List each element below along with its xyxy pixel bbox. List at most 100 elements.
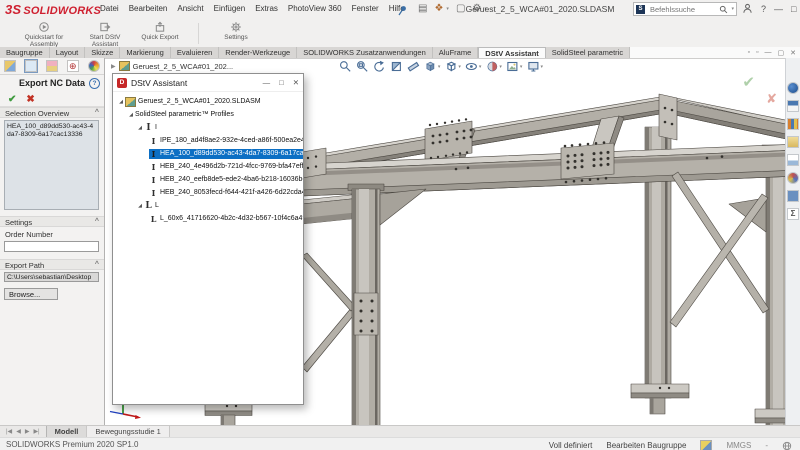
expand-arrow-icon[interactable]: ◢ <box>136 203 144 209</box>
tab-sw-zusatzanwendungen[interactable]: SOLIDWORKS Zusatzanwendungen <box>297 47 433 58</box>
status-globe-icon[interactable] <box>782 441 792 450</box>
zoom-fit-icon[interactable] <box>339 60 352 73</box>
selection-overview-header[interactable]: Selection Overview ^ <box>0 107 104 118</box>
apply-scene-icon[interactable]: ▾ <box>506 60 522 73</box>
dstv-assistant-dialog[interactable]: D DStV Assistant — □ ✕ ◢ Geruest_2_5_WCA… <box>112 73 304 405</box>
file-explorer-icon[interactable] <box>787 136 799 148</box>
user-account-icon[interactable] <box>742 3 753 14</box>
selection-item[interactable]: HEA_100_d89dd530-ac43-4da7-8309-6a17cac1… <box>7 123 93 138</box>
confirm-corner-cancel-icon[interactable]: ✘ <box>766 91 777 107</box>
help-menu[interactable]: ? <box>761 4 766 14</box>
hide-show-items-icon[interactable]: ▾ <box>465 60 481 73</box>
section-view-icon[interactable] <box>390 60 403 73</box>
tree-item-profiles[interactable]: ◢ SolidSteel parametric™ Profiles <box>113 108 303 121</box>
home-icon[interactable] <box>787 100 799 112</box>
expand-arrow-icon[interactable]: ▶ <box>111 63 116 70</box>
selection-listbox[interactable]: HEA_100_d89dd530-ac43-4da7-8309-6a17cac1… <box>4 120 99 210</box>
tree-item-profile[interactable]: I IPE_180_ad4f8ae2-932e-4ced-a86f-500ea2… <box>113 134 303 147</box>
propertymanager-tab-icon[interactable] <box>24 59 39 73</box>
previous-view-icon[interactable] <box>373 60 386 73</box>
feature-tree-breadcrumb[interactable]: ▶ Geruest_2_5_WCA#01_202... <box>111 61 233 71</box>
custom-properties-icon[interactable]: Σ <box>787 208 799 220</box>
graphics-viewport[interactable]: ▶ Geruest_2_5_WCA#01_202... ▾ ▾ ▾ ▾ ▾ ▾ … <box>105 58 785 426</box>
doc-restore-icon[interactable]: ▢ <box>778 49 785 57</box>
export-path-field[interactable]: C:\Users\sebastian\Desktop <box>4 272 99 282</box>
configurationmanager-tab-icon[interactable] <box>45 60 58 72</box>
expand-arrow-icon[interactable]: ◢ <box>117 99 125 105</box>
prev-tab-icon[interactable]: ◀ <box>16 428 21 435</box>
menu-bearbeiten[interactable]: Bearbeiten <box>129 4 168 13</box>
start-dstv-assistant-button[interactable]: Start DStV Assistant <box>82 21 128 48</box>
tree-item-profile[interactable]: I HEB_240_8053fecd-f644-421f-a426-6d22cd… <box>113 186 303 199</box>
view-palette-icon[interactable] <box>787 154 799 166</box>
menu-extras[interactable]: Extras <box>255 4 278 13</box>
search-dropdown-icon[interactable]: ▾ <box>731 6 734 12</box>
next-tab-icon[interactable]: ▶ <box>25 428 30 435</box>
menu-photoview[interactable]: PhotoView 360 <box>288 4 342 13</box>
menu-einfuegen[interactable]: Einfügen <box>214 4 246 13</box>
confirm-corner-accept-icon[interactable]: ✔ <box>742 73 755 91</box>
expand-arrow-icon[interactable]: ◢ <box>127 112 135 118</box>
tab-baugruppe[interactable]: Baugruppe <box>0 47 50 58</box>
edit-appearance-icon[interactable]: ▾ <box>485 60 502 73</box>
minimize-button[interactable]: — <box>774 4 783 14</box>
dimxpertmanager-tab-icon[interactable]: ⊕ <box>66 60 79 72</box>
tree-item-root[interactable]: ◢ Geruest_2_5_WCA#01_2020.SLDASM <box>113 95 303 108</box>
dialog-titlebar[interactable]: D DStV Assistant — □ ✕ <box>113 74 303 92</box>
pin-menu-icon[interactable] <box>398 3 407 21</box>
tab-aluframe[interactable]: AluFrame <box>432 47 479 58</box>
tab-markierung[interactable]: Markierung <box>120 47 171 58</box>
command-search[interactable]: S ▾ <box>633 2 737 16</box>
sheet-format-icon[interactable]: ▤ <box>418 3 427 14</box>
doc-restore-right-icon[interactable]: ▫ <box>756 49 758 56</box>
doc-restore-left-icon[interactable]: ▫ <box>748 49 750 56</box>
order-number-input[interactable] <box>4 241 99 252</box>
quickstart-for-assembly-button[interactable]: Quickstart for Assembly <box>18 21 70 48</box>
view-orientation-icon[interactable]: ▾ <box>424 60 440 73</box>
settings-header[interactable]: Settings ^ <box>0 216 104 227</box>
doc-close-icon[interactable]: ✕ <box>790 49 796 57</box>
appearances-icon[interactable] <box>787 172 799 184</box>
tree-item-profile[interactable]: L L_60x6_41716620-4b2c-4d32-b567-10f4c6a… <box>113 212 303 225</box>
tab-layout[interactable]: Layout <box>49 47 86 58</box>
last-tab-icon[interactable]: ▶| <box>33 428 39 435</box>
tab-skizze[interactable]: Skizze <box>85 47 121 58</box>
scenes-icon[interactable] <box>787 190 799 202</box>
cancel-button[interactable]: ✖ <box>26 94 34 105</box>
zoom-area-icon[interactable] <box>356 60 369 73</box>
export-path-header[interactable]: Export Path ^ <box>0 259 104 270</box>
view-settings-icon[interactable]: ▾ <box>526 60 543 73</box>
first-tab-icon[interactable]: |◀ <box>6 428 12 435</box>
tree-item-profile[interactable]: I HEB_240_4e496d2b-721d-4fcc-9769-bfa47e… <box>113 160 303 173</box>
featuremanager-tab-icon[interactable] <box>4 60 17 72</box>
tab-bewegungsstudie[interactable]: Bewegungsstudie 1 <box>87 426 170 437</box>
search-icon[interactable] <box>719 5 728 14</box>
menu-datei[interactable]: Datei <box>100 4 119 13</box>
expand-arrow-icon[interactable]: ◢ <box>136 125 144 131</box>
tab-modell[interactable]: Modell <box>45 426 88 437</box>
tab-dstv-assistant[interactable]: DStV Assistant <box>478 47 546 58</box>
quick-export-button[interactable]: Quick Export <box>140 21 180 41</box>
tab-render-werkzeuge[interactable]: Render-Werkzeuge <box>219 47 298 58</box>
dialog-minimize-icon[interactable]: — <box>263 78 271 87</box>
command-search-input[interactable] <box>648 3 717 15</box>
collapse-chevron-icon[interactable]: ^ <box>95 218 99 225</box>
doc-minimize-icon[interactable]: — <box>765 49 772 56</box>
breadcrumb-label[interactable]: Geruest_2_5_WCA#01_202... <box>133 62 233 71</box>
menu-fenster[interactable]: Fenster <box>352 4 379 13</box>
displaymanager-tab-icon[interactable] <box>87 60 100 72</box>
dialog-close-icon[interactable]: ✕ <box>293 78 299 87</box>
tree-group-l[interactable]: ◢ L L <box>113 199 303 212</box>
tab-evaluieren[interactable]: Evaluieren <box>170 47 220 58</box>
dialog-maximize-icon[interactable]: □ <box>279 78 284 87</box>
tree-group-i[interactable]: ◢ I I <box>113 121 303 134</box>
browse-button[interactable]: Browse... <box>4 288 58 300</box>
settings-button[interactable]: Settings <box>214 21 258 41</box>
menu-ansicht[interactable]: Ansicht <box>177 4 203 13</box>
units-selector[interactable]: MMGS <box>726 441 751 450</box>
restore-button[interactable]: □ <box>791 4 796 14</box>
design-library-icon[interactable] <box>787 118 799 130</box>
tab-solidsteel-parametric[interactable]: SolidSteel parametric <box>545 47 631 58</box>
sw-resources-icon[interactable] <box>787 82 799 94</box>
help-icon[interactable]: ? <box>89 78 100 89</box>
